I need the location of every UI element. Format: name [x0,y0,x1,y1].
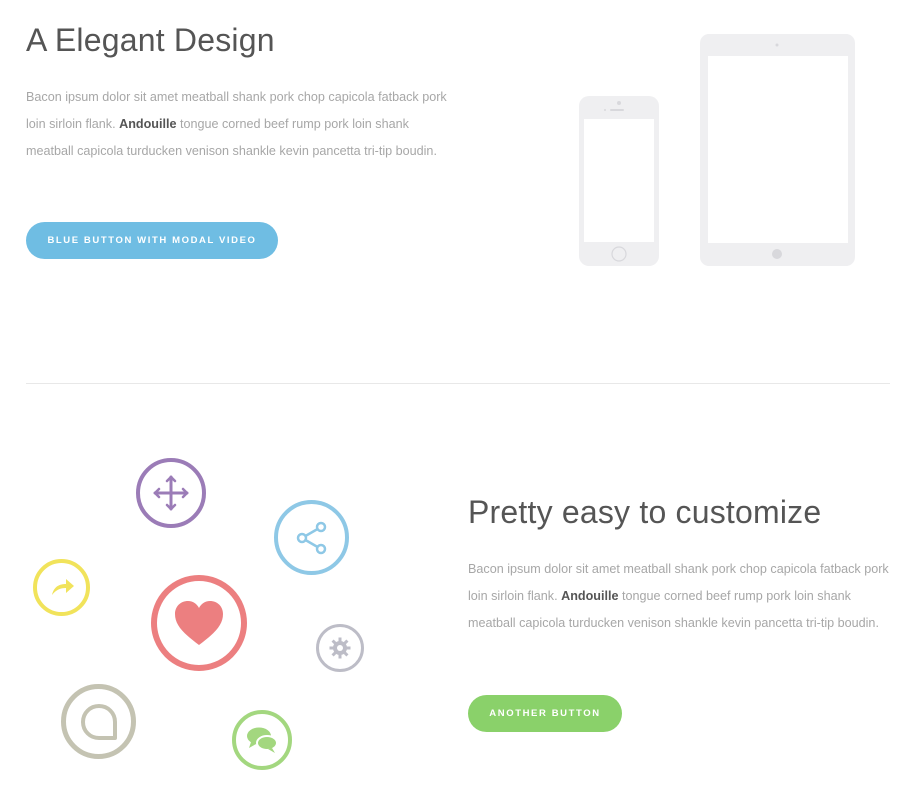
section-divider [26,383,890,384]
move-icon [136,458,206,528]
forward-icon [33,559,90,616]
devices-graphic [579,34,855,266]
section2-bold-text: Andouille [561,589,619,603]
chat-bubble-icon [61,684,136,759]
gear-icon [316,624,364,672]
devices-illustration [578,30,858,270]
section1-bold-text: Andouille [119,117,177,131]
section2-paragraph: Bacon ipsum dolor sit amet meatball shan… [468,556,893,637]
phone-device [579,96,659,266]
tablet-device [700,34,855,266]
blue-modal-video-button[interactable]: Blue Button with Modal Video [26,222,278,259]
another-button[interactable]: Another Button [468,695,622,732]
section1-title: A Elegant Design [26,22,275,58]
icons-cluster [0,440,420,790]
share-icon [274,500,349,575]
section2-title: Pretty easy to customize [468,494,822,530]
speech-bubbles-icon [232,710,292,770]
section1-paragraph: Bacon ipsum dolor sit amet meatball shan… [26,84,456,165]
heart-icon [151,575,247,671]
